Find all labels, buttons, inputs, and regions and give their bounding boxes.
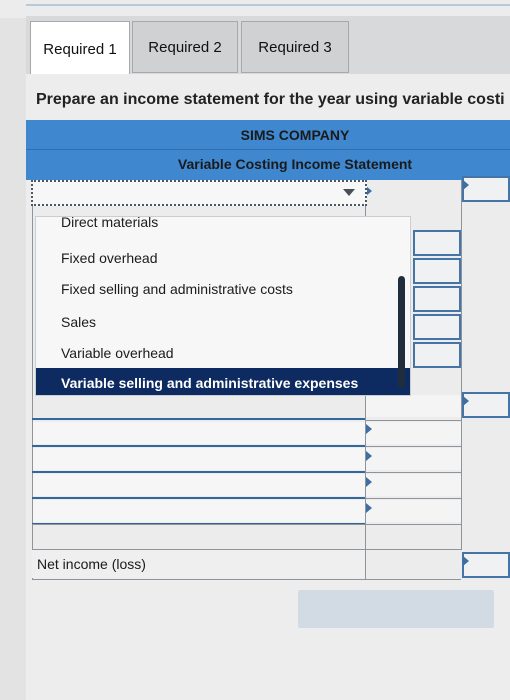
line-item-row[interactable] [32,474,365,496]
amount-input[interactable] [366,448,461,470]
tab-required-2[interactable]: Required 2 [132,21,238,73]
amount-input[interactable] [366,422,461,444]
dropdown-option-fixed-selling-admin[interactable]: Fixed selling and administrative costs [36,274,410,304]
arrow-marker-icon [463,180,469,190]
submit-button[interactable] [298,590,494,628]
grid-line [366,498,461,499]
grid-line [32,180,33,550]
company-name: SIMS COMPANY [240,127,350,143]
question-prompt: Prepare an income statement for the year… [36,91,505,108]
option-label: Fixed selling and administrative costs [61,281,293,297]
arrow-marker-icon [463,396,469,406]
amount-input[interactable] [413,230,461,256]
line-item-dropdown[interactable]: Direct materials Fixed overhead Fixed se… [35,216,411,396]
option-label: Variable selling and administrative expe… [61,374,359,391]
dropdown-option-fixed-overhead[interactable]: Fixed overhead [36,243,410,273]
dropdown-option-variable-overhead[interactable]: Variable overhead [36,338,410,368]
amount-input[interactable] [413,286,461,312]
line-item-row[interactable] [32,500,365,522]
top-divider [26,4,510,6]
line-item-row[interactable] [32,422,365,444]
arrow-marker-icon [463,556,469,566]
grid-line [461,180,462,550]
grid-line [32,445,365,447]
chevron-down-icon [343,189,355,196]
net-income-label: Net income (loss) [32,550,365,578]
net-income-input[interactable] [462,552,510,578]
option-label: Variable overhead [61,345,174,361]
grid-line [365,550,366,580]
grid-line [366,472,461,473]
grid-line [366,420,461,421]
dropdown-option-direct-materials[interactable]: Direct materials [36,216,410,237]
tab-bar: Required 1 Required 2 Required 3 [26,16,510,77]
line-item-select[interactable] [31,180,367,206]
amount-input[interactable] [413,342,461,368]
grid-line [32,497,365,499]
dropdown-scrollbar[interactable] [398,276,405,388]
arrow-marker-icon [366,451,372,461]
amount-input[interactable] [413,258,461,284]
tab-label: Required 1 [43,41,117,58]
tab-required-1[interactable]: Required 1 [30,21,130,77]
grid-line [32,471,365,473]
amount-input[interactable] [413,314,461,340]
tab-label: Required 3 [258,38,332,56]
arrow-marker-icon [366,424,372,434]
arrow-marker-icon [366,503,372,513]
amount-input[interactable] [366,500,461,522]
tab-required-3[interactable]: Required 3 [241,21,349,73]
arrow-marker-icon [366,477,372,487]
option-label: Fixed overhead [61,250,158,266]
total-input[interactable] [462,176,510,202]
option-label: Direct materials [61,216,159,230]
option-label: Sales [61,314,97,330]
statement-title: Variable Costing Income Statement [177,156,413,172]
total-input[interactable] [462,392,510,418]
line-item-row[interactable] [32,448,365,470]
tab-label: Required 2 [148,38,222,56]
dropdown-option-sales[interactable]: Sales [36,307,410,337]
amount-input[interactable] [366,395,461,417]
grid-line [366,446,461,447]
amount-input[interactable] [366,474,461,496]
grid-line [32,579,461,580]
grid-line [32,524,461,525]
grid-line [32,418,365,420]
dropdown-option-variable-selling-admin[interactable]: Variable selling and administrative expe… [36,368,410,395]
